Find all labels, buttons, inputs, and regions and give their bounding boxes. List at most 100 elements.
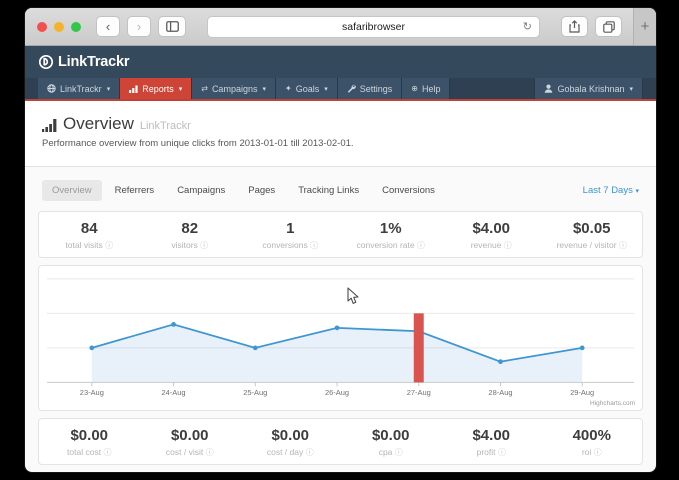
globe-icon bbox=[47, 84, 56, 93]
stat-label: total visits ⓘ bbox=[39, 240, 140, 251]
stat-label: cost / visit ⓘ bbox=[140, 447, 241, 458]
stat-label: total cost ⓘ bbox=[39, 447, 140, 458]
sidebar-toggle-button[interactable] bbox=[158, 16, 186, 37]
info-icon[interactable]: ⓘ bbox=[504, 241, 512, 250]
info-icon[interactable]: ⓘ bbox=[200, 241, 208, 250]
info-icon[interactable]: ⓘ bbox=[594, 448, 602, 457]
stat-roi: 400% roi ⓘ bbox=[542, 427, 643, 458]
report-tabs: OverviewReferrersCampaignsPagesTracking … bbox=[38, 180, 643, 201]
app-header: LinkTrackr bbox=[25, 46, 656, 78]
stat-value: $0.00 bbox=[39, 427, 140, 445]
stat-value: 84 bbox=[39, 220, 140, 238]
nav-item-campaigns[interactable]: ⇄Campaigns▾ bbox=[192, 78, 276, 99]
browser-window: ‹ › safaribrowser ↻ bbox=[25, 8, 656, 472]
nav-item-settings[interactable]: Settings bbox=[338, 78, 403, 99]
caret-down-icon: ▾ bbox=[324, 85, 328, 93]
stat-value: $4.00 bbox=[441, 220, 542, 238]
nav-item-reports[interactable]: Reports▾ bbox=[120, 78, 192, 99]
stat-conversions: 1conversions ⓘ bbox=[240, 220, 341, 251]
stat-visitors: 82visitors ⓘ bbox=[140, 220, 241, 251]
svg-text:27-Aug: 27-Aug bbox=[407, 388, 431, 397]
tabs-overview-button[interactable] bbox=[595, 16, 622, 37]
stat-label: cost / day ⓘ bbox=[240, 447, 341, 458]
tab-conversions[interactable]: Conversions bbox=[372, 180, 445, 201]
info-icon[interactable]: ⓘ bbox=[498, 448, 506, 457]
tabs-icon bbox=[603, 21, 615, 33]
info-icon[interactable]: ⓘ bbox=[310, 241, 318, 250]
stat-value: 1% bbox=[341, 220, 442, 238]
brand-logo[interactable]: LinkTrackr bbox=[38, 54, 129, 70]
info-icon[interactable]: ⓘ bbox=[417, 241, 425, 250]
stats-bottom-card: $0.00total cost ⓘ$0.00cost / visit ⓘ$0.0… bbox=[38, 418, 643, 465]
info-icon[interactable]: ⓘ bbox=[395, 448, 403, 457]
stat-cost-visit: $0.00 cost / visit ⓘ bbox=[140, 427, 241, 458]
info-icon[interactable]: ⓘ bbox=[619, 241, 627, 250]
close-window-icon[interactable] bbox=[37, 22, 47, 32]
bar-chart-title-icon bbox=[42, 119, 57, 132]
nav-item-help[interactable]: ⊕Help bbox=[402, 78, 450, 99]
stat-value: $0.00 bbox=[240, 427, 341, 445]
wrench-icon bbox=[347, 84, 356, 93]
date-range-selector[interactable]: Last 7 Days ▾ bbox=[583, 185, 639, 196]
user-menu[interactable]: Gobala Krishnan▾ bbox=[534, 78, 643, 99]
stat-value: 1 bbox=[240, 220, 341, 238]
back-button[interactable]: ‹ bbox=[96, 16, 120, 37]
stat-cost-day: $0.00 cost / day ⓘ bbox=[240, 427, 341, 458]
tab-pages[interactable]: Pages bbox=[238, 180, 285, 201]
stat-profit: $4.00profit ⓘ bbox=[441, 427, 542, 458]
caret-down-icon: ▾ bbox=[179, 85, 183, 93]
user-name: Gobala Krishnan bbox=[557, 84, 624, 94]
stat-conversion-rate: 1% conversion rate ⓘ bbox=[341, 220, 442, 251]
screenshot-root: ‹ › safaribrowser ↻ bbox=[0, 0, 679, 480]
tab-referrers[interactable]: Referrers bbox=[105, 180, 165, 201]
stat-value: 400% bbox=[542, 427, 643, 445]
traffic-chart[interactable]: 23-Aug24-Aug25-Aug26-Aug27-Aug28-Aug29-A… bbox=[38, 265, 643, 411]
stat-revenue: $4.00 revenue ⓘ bbox=[441, 220, 542, 251]
tab-tracking-links[interactable]: Tracking Links bbox=[288, 180, 369, 201]
tab-campaigns[interactable]: Campaigns bbox=[167, 180, 235, 201]
info-icon[interactable]: ⓘ bbox=[206, 448, 214, 457]
tab-overview[interactable]: Overview bbox=[42, 180, 102, 201]
stat-total-visits: 84 total visits ⓘ bbox=[39, 220, 140, 251]
stat-label: cpa ⓘ bbox=[341, 447, 442, 458]
stat-label: revenue ⓘ bbox=[441, 240, 542, 251]
share-button[interactable] bbox=[561, 16, 588, 37]
caret-down-icon: ▾ bbox=[262, 85, 266, 93]
info-icon[interactable]: ⓘ bbox=[103, 448, 111, 457]
stat-label: roi ⓘ bbox=[542, 447, 643, 458]
svg-text:24-Aug: 24-Aug bbox=[162, 388, 186, 397]
forward-button[interactable]: › bbox=[127, 16, 151, 37]
caret-down-icon: ▾ bbox=[635, 188, 639, 195]
bar-chart-icon bbox=[129, 85, 138, 93]
caret-down-icon: ▾ bbox=[107, 85, 111, 93]
nav-item-label: LinkTrackr bbox=[60, 84, 102, 94]
maximize-window-icon[interactable] bbox=[71, 22, 81, 32]
stat-label: revenue / visitor ⓘ bbox=[542, 240, 643, 251]
address-bar[interactable]: safaribrowser ↻ bbox=[207, 16, 540, 38]
forward-icon: › bbox=[137, 20, 141, 33]
info-icon[interactable]: ⓘ bbox=[306, 448, 314, 457]
stat-value: $0.00 bbox=[341, 427, 442, 445]
back-icon: ‹ bbox=[106, 20, 110, 33]
stat-label: conversion rate ⓘ bbox=[341, 240, 442, 251]
info-icon[interactable]: ⓘ bbox=[105, 241, 113, 250]
reload-icon[interactable]: ↻ bbox=[523, 20, 532, 33]
page-title: Overview bbox=[63, 114, 134, 134]
user-icon bbox=[544, 84, 553, 93]
nav-item-goals[interactable]: ✦Goals▾ bbox=[276, 78, 338, 99]
stat-value: $0.05 bbox=[542, 220, 643, 238]
date-range-label: Last 7 Days bbox=[583, 185, 633, 196]
stat-total-cost: $0.00 total cost ⓘ bbox=[39, 427, 140, 458]
svg-text:29-Aug: 29-Aug bbox=[570, 388, 594, 397]
address-text: safaribrowser bbox=[342, 21, 405, 33]
nav-item-linktrackr[interactable]: LinkTrackr ▾ bbox=[38, 78, 120, 99]
new-tab-button[interactable]: + bbox=[633, 8, 656, 45]
svg-text:28-Aug: 28-Aug bbox=[488, 388, 512, 397]
stat-cpa: $0.00 cpa ⓘ bbox=[341, 427, 442, 458]
traffic-chart-svg: 23-Aug24-Aug25-Aug26-Aug27-Aug28-Aug29-A… bbox=[39, 266, 642, 410]
minimize-window-icon[interactable] bbox=[54, 22, 64, 32]
svg-text:Highcharts.com: Highcharts.com bbox=[590, 400, 635, 407]
nav-item-label: Campaigns bbox=[212, 84, 258, 94]
svg-text:26-Aug: 26-Aug bbox=[325, 388, 349, 397]
stat-value: $0.00 bbox=[140, 427, 241, 445]
